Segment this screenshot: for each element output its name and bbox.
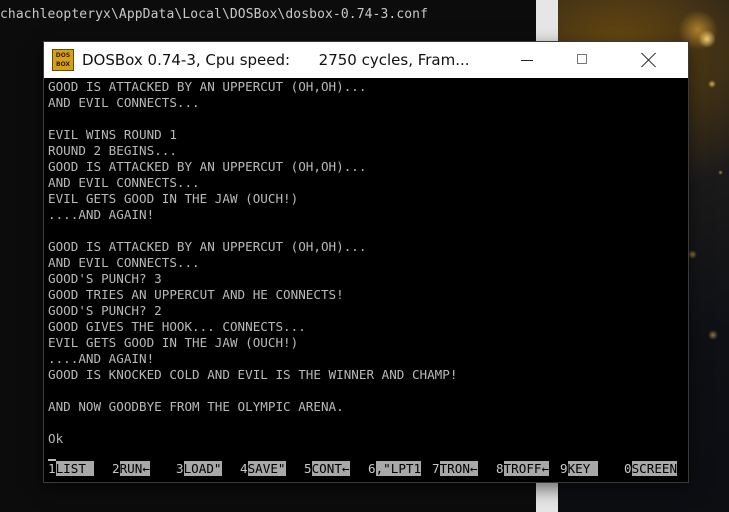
- screen-line: GOOD'S PUNCH? 2: [48, 303, 162, 318]
- screen-line: GOOD'S PUNCH? 3: [48, 271, 162, 286]
- maximize-button[interactable]: [560, 42, 606, 78]
- dosbox-app-icon[interactable]: DOS BOX: [52, 49, 74, 71]
- screen-line: EVIL GETS GOOD IN THE JAW (OUCH!): [48, 335, 299, 350]
- function-key-number: 3: [176, 461, 184, 476]
- function-key-bar: 1LIST 2RUN← 3LOAD" 4SAVE" 5CONT← 6,"LPT1 7TRO…: [48, 461, 688, 477]
- screen-line: ROUND 2 BEGINS...: [48, 143, 177, 158]
- function-key-8: 8TROFF←: [496, 461, 550, 477]
- dos-screen[interactable]: GOOD IS ATTACKED BY AN UPPERCUT (OH,OH).…: [44, 78, 688, 482]
- function-key-5: 5CONT←: [304, 461, 350, 477]
- screen-line: AND EVIL CONNECTS...: [48, 255, 200, 270]
- function-key-label: SAVE": [247, 461, 286, 476]
- close-button[interactable]: [626, 42, 672, 78]
- wallpaper-light-speck: [708, 80, 716, 88]
- function-key-number: 8: [496, 461, 504, 476]
- wallpaper-light-speck: [688, 250, 697, 259]
- screen-line: Ok: [48, 431, 64, 446]
- function-key-label: RUN←: [119, 461, 150, 476]
- function-key-label: LOAD": [183, 461, 222, 476]
- minimize-button[interactable]: [504, 42, 550, 78]
- function-key-2: 2RUN←: [112, 461, 150, 477]
- screen-line: GOOD IS ATTACKED BY AN UPPERCUT (OH,OH).…: [48, 159, 367, 174]
- function-key-number: 1: [48, 461, 56, 476]
- screen-line: GOOD IS KNOCKED COLD AND EVIL IS THE WIN…: [48, 367, 458, 382]
- function-key-label: CONT←: [311, 461, 350, 476]
- screen-line: GOOD IS ATTACKED BY AN UPPERCUT (OH,OH).…: [48, 239, 367, 254]
- function-key-label: ,"LPT1: [375, 461, 422, 476]
- close-icon: [640, 51, 658, 69]
- screen-line: GOOD TRIES AN UPPERCUT AND HE CONNECTS!: [48, 287, 344, 302]
- function-key-number: 5: [304, 461, 312, 476]
- function-key-label: TROFF←: [503, 461, 550, 476]
- screen-line: ....AND AGAIN!: [48, 351, 155, 366]
- function-key-3: 3LOAD": [176, 461, 222, 477]
- wallpaper-light-speck: [718, 170, 723, 175]
- function-key-number: 4: [240, 461, 248, 476]
- function-key-label: SCREEN: [631, 461, 678, 476]
- function-key-number: 0: [624, 461, 632, 476]
- function-key-label: KEY: [567, 461, 598, 476]
- wallpaper-light-speck: [698, 30, 716, 48]
- function-key-number: 9: [560, 461, 568, 476]
- dosbox-window[interactable]: DOS BOX DOSBox 0.74-3, Cpu speed: 2750 cy…: [44, 42, 688, 482]
- function-key-4: 4SAVE": [240, 461, 286, 477]
- screen-line: AND EVIL CONNECTS...: [48, 95, 200, 110]
- wallpaper-light-speck: [708, 330, 718, 340]
- screen-line: EVIL GETS GOOD IN THE JAW (OUCH!): [48, 191, 299, 206]
- window-title: DOSBox 0.74-3, Cpu speed: 2750 cycles, F…: [82, 51, 470, 69]
- background-console-text: chachleopteryx\AppData\Local\DOSBox\dosb…: [0, 7, 429, 22]
- screen-line: GOOD IS ATTACKED BY AN UPPERCUT (OH,OH).…: [48, 79, 367, 94]
- maximize-icon: [577, 54, 587, 64]
- function-key-7: 7TRON←: [432, 461, 478, 477]
- function-key-label: TRON←: [439, 461, 478, 476]
- screen-line: GOOD GIVES THE HOOK... CONNECTS...: [48, 319, 306, 334]
- screen-line: EVIL WINS ROUND 1: [48, 127, 177, 142]
- screen-line: ....AND AGAIN!: [48, 207, 155, 222]
- function-key-number: 2: [112, 461, 120, 476]
- function-key-6: 6,"LPT1: [368, 461, 422, 477]
- minimize-icon: [521, 60, 533, 61]
- function-key-label: LIST: [55, 461, 94, 476]
- window-titlebar[interactable]: DOS BOX DOSBox 0.74-3, Cpu speed: 2750 cy…: [44, 42, 688, 78]
- screen-line: AND NOW GOODBYE FROM THE OLYMPIC ARENA.: [48, 399, 344, 414]
- function-key-number: 7: [432, 461, 440, 476]
- screen-line: AND EVIL CONNECTS...: [48, 175, 200, 190]
- function-key-1: 1LIST: [48, 461, 94, 477]
- function-key-0: 0SCREEN: [624, 461, 678, 477]
- function-key-9: 9KEY: [560, 461, 598, 477]
- function-key-number: 6: [368, 461, 376, 476]
